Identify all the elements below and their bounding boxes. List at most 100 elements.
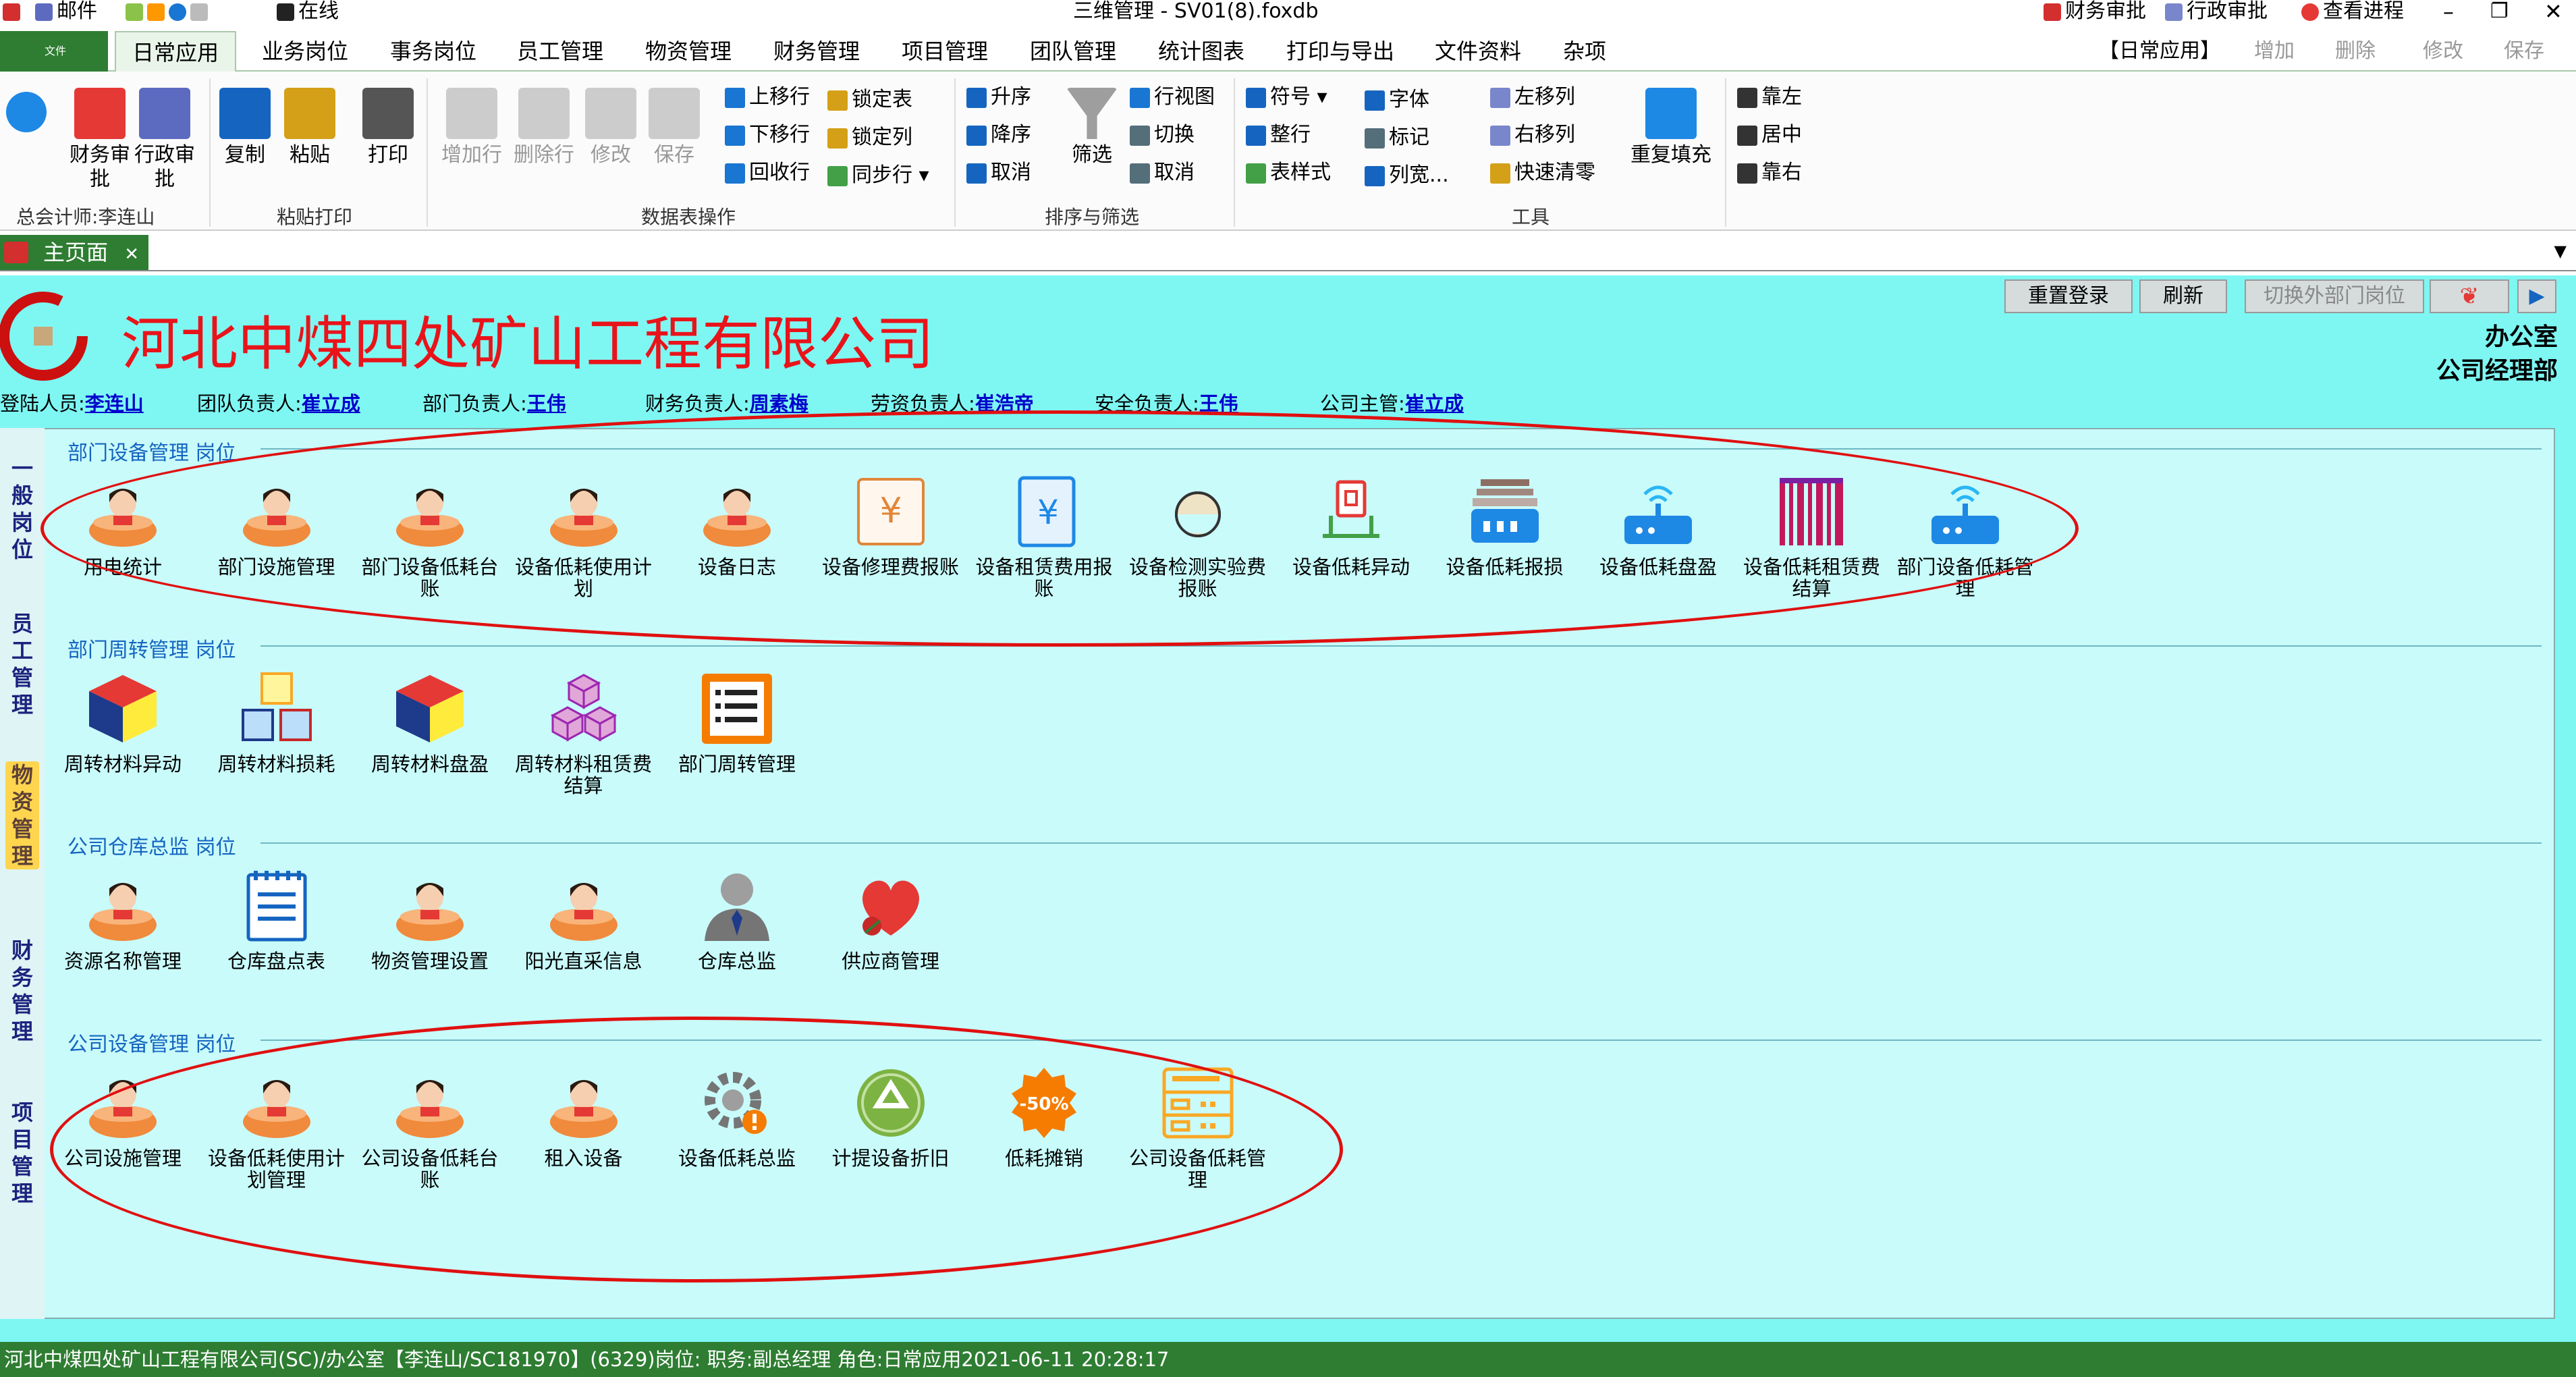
quick-clear-button[interactable]: 快速清零 [1490,161,1595,185]
module-item[interactable]: 仓库盘点表 [202,868,351,972]
menu-save-button[interactable]: 保存 [2504,31,2544,72]
column-width-button[interactable]: 列宽... [1365,163,1449,188]
title-bar: 邮件 在线 三维管理 - SV01(8).foxdb 财务审批 行政审批 查看进… [0,0,2576,23]
move-left-column-button[interactable]: 左移列 [1490,85,1575,109]
module-item[interactable]: 资源名称管理 [49,868,197,972]
recycle-row-button[interactable]: 回收行 [725,161,810,185]
copy-button[interactable]: 复制 [216,88,274,167]
table-style-button[interactable]: 表样式 [1246,161,1331,185]
view-process-button[interactable]: 查看进程 [2301,0,2404,23]
broom-icon [1490,163,1510,184]
tab-finance[interactable]: 财务管理 [773,31,860,72]
online-status[interactable]: 在线 [277,0,339,23]
next-button[interactable]: ▶ [2517,279,2556,313]
module-item[interactable]: 供应商管理 [817,868,965,972]
module-label: 仓库总监 [697,950,776,973]
sort-asc-button[interactable]: 升序 [966,85,1031,109]
module-label: 供应商管理 [841,950,939,973]
tab-files[interactable]: 文件资料 [1435,31,1521,72]
align-right-button[interactable]: 靠右 [1737,161,1802,185]
sync-row-button[interactable]: 同步行 ▾ [827,163,929,188]
module-label: 周转材料损耗 [217,753,335,776]
separator [954,78,956,227]
tab-affairs[interactable]: 事务岗位 [390,31,476,72]
repeat-fill-button[interactable]: 重复填充 [1624,88,1718,167]
lock-column-button[interactable]: 锁定列 [827,126,912,150]
refresh-button[interactable]: 刷新 [2139,279,2227,313]
table-style-icon [1246,163,1266,184]
symbol-button[interactable]: 符号 ▾ [1246,85,1327,109]
module-item[interactable]: 物资管理设置 [356,868,504,972]
row-view-button[interactable]: 行视图 [1130,85,1215,109]
toggle-button[interactable]: 切换 [1130,123,1195,147]
quick-tools[interactable] [126,0,212,23]
close-tab-icon[interactable]: ✕ [124,244,139,265]
chevron-down-icon[interactable]: ▼ [2554,242,2567,261]
mark-icon [1365,128,1385,148]
module-item[interactable]: 部门周转管理 [663,671,811,775]
sidebar-item-staff[interactable]: 员工管理 [5,610,39,718]
minimize-icon[interactable]: – [2443,0,2454,23]
font-button[interactable]: 字体 [1365,88,1429,112]
sidebar-item-finance[interactable]: 财务管理 [5,937,39,1045]
menu-add-button[interactable]: 增加 [2254,31,2295,72]
switch-dept-button[interactable]: 切换外部门岗位 [2245,279,2424,313]
tab-project[interactable]: 项目管理 [902,31,988,72]
align-center-button[interactable]: 居中 [1737,123,1802,147]
user-button[interactable] [3,92,50,136]
move-up-row-button[interactable]: 上移行 [725,85,810,109]
add-row-button[interactable]: 增加行 [435,88,509,167]
file-menu[interactable]: 文件 [0,31,108,72]
lock-table-button[interactable]: 锁定表 [827,88,912,112]
sidebar-item-project[interactable]: 项目管理 [5,1099,39,1207]
view-cancel-button[interactable]: 取消 [1130,161,1195,185]
align-left-button[interactable]: 靠左 [1737,85,1802,109]
mail-button[interactable]: 邮件 [35,0,97,23]
save-button[interactable]: 保存 [642,88,706,167]
tab-misc[interactable]: 杂项 [1563,31,1606,72]
theme-button[interactable]: ❦ [2430,279,2509,313]
print-button[interactable]: 打印 [358,88,418,167]
restore-icon[interactable]: ❐ [2490,0,2509,23]
module-item[interactable]: 阳光直采信息 [510,868,658,972]
module-item[interactable]: 周转材料损耗 [202,671,351,775]
module-item[interactable]: 周转材料租赁费结算 [510,671,658,796]
edit-button[interactable]: 修改 [579,88,642,167]
tab-daily[interactable]: 日常应用 [115,31,237,72]
tab-charts[interactable]: 统计图表 [1158,31,1244,72]
menu-edit-button[interactable]: 修改 [2423,31,2463,72]
module-item[interactable]: 仓库总监 [663,868,811,972]
menu-delete-button[interactable]: 删除 [2335,31,2376,72]
fin-approval-button[interactable]: 财务审批 [2044,0,2146,23]
tab-staff[interactable]: 员工管理 [517,31,603,72]
tab-business[interactable]: 业务岗位 [262,31,348,72]
delete-row-button[interactable]: 删除行 [509,88,579,167]
admin-approval-big-button[interactable]: 行政审批 [132,88,197,192]
sidebar-item-materials[interactable]: 物资管理 [5,761,39,869]
window-title: 三维管理 - SV01(8).foxdb [1073,0,1319,23]
section-header: 公司设备管理 岗位 [67,1033,236,1056]
delete-row-icon [518,88,570,139]
copy-icon [219,88,271,139]
paste-button[interactable]: 粘贴 [281,88,339,167]
tab-print-export[interactable]: 打印与导出 [1286,31,1394,72]
fin-approval-big-button[interactable]: 财务审批 [67,88,132,192]
tab-team[interactable]: 团队管理 [1030,31,1116,72]
sort-cancel-button[interactable]: 取消 [966,161,1031,185]
filter-button[interactable]: 筛选 [1060,88,1124,167]
module-item[interactable]: 周转材料盘盈 [356,671,504,775]
sort-desc-button[interactable]: 降序 [966,123,1031,147]
tab-home-page[interactable]: 主页面 ✕ [0,235,148,270]
move-down-row-button[interactable]: 下移行 [725,123,810,147]
relogin-button[interactable]: 重置登录 [2004,279,2133,313]
move-right-column-button[interactable]: 右移列 [1490,123,1575,147]
admin-approval-button[interactable]: 行政审批 [2165,0,2268,23]
mark-button[interactable]: 标记 [1365,126,1429,150]
quick-access[interactable] [3,0,24,23]
module-item[interactable]: 周转材料异动 [49,671,197,775]
tab-materials[interactable]: 物资管理 [645,31,732,72]
lock-icon [827,128,848,148]
close-icon[interactable]: ✕ [2544,0,2563,23]
whole-row-button[interactable]: 整行 [1246,123,1311,147]
sidebar-item-general[interactable]: 一般岗位 [5,455,39,563]
